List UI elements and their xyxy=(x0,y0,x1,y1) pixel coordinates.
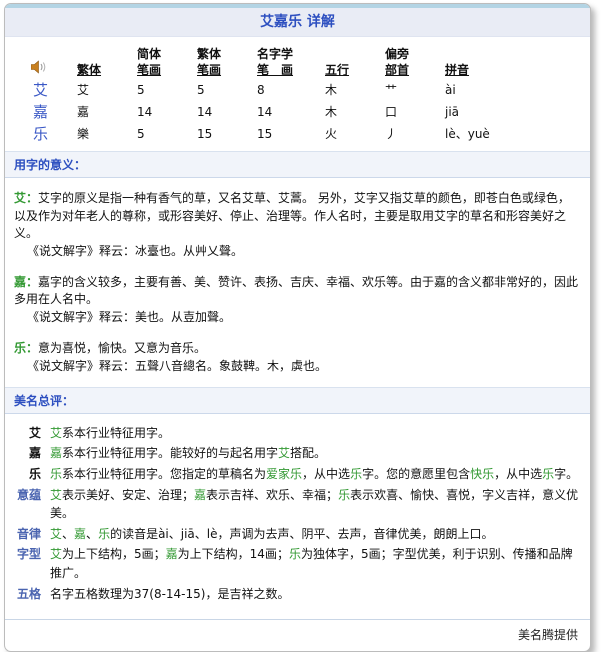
bushou-value: 艹 xyxy=(383,79,443,101)
wuxing-value: 木 xyxy=(323,79,383,101)
header-fanti-bihua: 繁体笔画 xyxy=(195,45,255,79)
summary-row: 意蕴 艾表示美好、安定、治理；嘉表示吉祥、欢乐、幸福；乐表示欢喜、愉快、喜悦，字… xyxy=(5,486,580,523)
summary-text: 艾系本行业特征用字。 xyxy=(41,424,580,443)
fanti-value: 樂 xyxy=(75,123,135,145)
meaning-text: 艾：艾字的原义是指一种有香气的草，又名艾草、艾蒿。 另外，艾字又指艾草的颜色，即… xyxy=(14,190,580,242)
section-title-summary: 美名总评： xyxy=(5,387,590,414)
shuowen-quote: 《说文解字》释云：五聲八音總名。象鼓鞞。木，虡也。 xyxy=(14,358,580,375)
meaning-text: 嘉：嘉字的含义较多，主要有善、美、赞许、表扬、吉庆、幸福、欢乐等。由于嘉的含义都… xyxy=(14,274,580,309)
summary-row: 音律 艾、嘉、乐的读音是ài、jiā、lè，声调为去声、阴平、去声，音律优美，朗… xyxy=(5,525,580,544)
speaker-icon[interactable] xyxy=(31,60,47,78)
jianti-bihua-value: 5 xyxy=(135,123,195,145)
bushou-value: 口 xyxy=(383,101,443,123)
shuowen-quote: 《说文解字》释云：冰臺也。从艸乂聲。 xyxy=(14,243,580,260)
speaker-cell xyxy=(19,45,75,79)
mingzixue-bihua-value: 8 xyxy=(255,79,323,101)
fanti-value: 嘉 xyxy=(75,101,135,123)
meaning-section: 艾：艾字的原义是指一种有香气的草，又名艾草、艾蒿。 另外，艾字又指艾草的颜色，即… xyxy=(5,178,590,387)
table-row: 嘉 嘉 14 14 14 木 口 jiā xyxy=(19,101,557,123)
jianti-bihua-value: 14 xyxy=(135,101,195,123)
provider-credit: 美名腾提供 xyxy=(5,620,590,651)
summary-label: 嘉 xyxy=(5,444,41,463)
char-label: 嘉： xyxy=(14,275,38,289)
fanti-value: 艾 xyxy=(75,79,135,101)
summary-label: 艾 xyxy=(5,424,41,443)
header-mingzixue-bihua: 名字学笔 画 xyxy=(255,45,323,79)
summary-text: 乐系本行业特征用字。您指定的草稿名为爱家乐，从中选乐字。您的意愿里包含快乐，从中… xyxy=(41,465,580,484)
meaning-entry: 嘉：嘉字的含义较多，主要有善、美、赞许、表扬、吉庆、幸福、欢乐等。由于嘉的含义都… xyxy=(14,274,580,326)
summary-label: 乐 xyxy=(5,465,41,484)
summary-text: 艾表示美好、安定、治理；嘉表示吉祥、欢乐、幸福；乐表示欢喜、愉快、喜悦，字义吉祥… xyxy=(41,486,580,523)
header-jianti-bihua: 简体笔画 xyxy=(135,45,195,79)
summary-label: 意蕴 xyxy=(5,486,41,523)
summary-row: 乐 乐系本行业特征用字。您指定的草稿名为爱家乐，从中选乐字。您的意愿里包含快乐，… xyxy=(5,465,580,484)
header-wuxing: 五行 xyxy=(323,45,383,79)
bushou-value: 丿 xyxy=(383,123,443,145)
summary-section: 艾 艾系本行业特征用字。 嘉 嘉系本行业特征用字。能较好的与起名用字艾搭配。 乐… xyxy=(5,414,590,609)
page-title: 艾嘉乐 详解 xyxy=(5,8,590,37)
summary-row: 字型 艾为上下结构，5画；嘉为上下结构，14画；乐为独体字，5画；字型优美，利于… xyxy=(5,545,580,582)
section-title-meaning: 用字的意义： xyxy=(5,151,590,178)
wuxing-value: 火 xyxy=(323,123,383,145)
meaning-entry: 乐：意为喜悦，愉快。又意为音乐。 《说文解字》释云：五聲八音總名。象鼓鞞。木，虡… xyxy=(14,340,580,375)
wuxing-value: 木 xyxy=(323,101,383,123)
pronunciation-table: 繁体 简体笔画 繁体笔画 名字学笔 画 五行 偏旁部首 拼音 艾 艾 5 5 8… xyxy=(19,45,557,145)
summary-label: 字型 xyxy=(5,545,41,582)
summary-label: 音律 xyxy=(5,525,41,544)
fanti-bihua-value: 5 xyxy=(195,79,255,101)
summary-row: 嘉 嘉系本行业特征用字。能较好的与起名用字艾搭配。 xyxy=(5,444,580,463)
char-label: 艾： xyxy=(14,191,38,205)
header-fanti: 繁体 xyxy=(75,45,135,79)
summary-text: 艾为上下结构，5画；嘉为上下结构，14画；乐为独体字，5画；字型优美，利于识别、… xyxy=(41,545,580,582)
name-char: 嘉 xyxy=(19,101,75,123)
header-pinyin: 拼音 xyxy=(443,45,557,79)
jianti-bihua-value: 5 xyxy=(135,79,195,101)
summary-row: 艾 艾系本行业特征用字。 xyxy=(5,424,580,443)
fanti-bihua-value: 14 xyxy=(195,101,255,123)
shuowen-quote: 《说文解字》释云：美也。从壴加聲。 xyxy=(14,309,580,326)
name-detail-card: 艾嘉乐 详解 繁体 简体笔画 繁体笔画 名字学笔 画 五行 xyxy=(4,3,591,652)
pinyin-value: jiā xyxy=(443,101,557,123)
pinyin-value: lè、yuè xyxy=(443,123,557,145)
summary-text: 艾、嘉、乐的读音是ài、jiā、lè，声调为去声、阴平、去声，音律优美，朗朗上口… xyxy=(41,525,580,544)
table-row: 乐 樂 5 15 15 火 丿 lè、yuè xyxy=(19,123,557,145)
char-label: 乐： xyxy=(14,341,38,355)
table-row: 艾 艾 5 5 8 木 艹 ài xyxy=(19,79,557,101)
mingzixue-bihua-value: 14 xyxy=(255,101,323,123)
pron-header-row: 繁体 简体笔画 繁体笔画 名字学笔 画 五行 偏旁部首 拼音 xyxy=(19,45,557,79)
card-content: 繁体 简体笔画 繁体笔画 名字学笔 画 五行 偏旁部首 拼音 艾 艾 5 5 8… xyxy=(5,45,590,620)
name-char: 乐 xyxy=(19,123,75,145)
pinyin-value: ài xyxy=(443,79,557,101)
summary-label: 五格 xyxy=(5,585,41,604)
meaning-text: 乐：意为喜悦，愉快。又意为音乐。 xyxy=(14,340,580,357)
summary-text: 嘉系本行业特征用字。能较好的与起名用字艾搭配。 xyxy=(41,444,580,463)
fanti-bihua-value: 15 xyxy=(195,123,255,145)
summary-text: 名字五格数理为37(8-14-15)，是吉祥之数。 xyxy=(41,585,580,604)
name-char: 艾 xyxy=(19,79,75,101)
header-pianpang-bushou: 偏旁部首 xyxy=(383,45,443,79)
mingzixue-bihua-value: 15 xyxy=(255,123,323,145)
summary-row: 五格 名字五格数理为37(8-14-15)，是吉祥之数。 xyxy=(5,585,580,604)
meaning-entry: 艾：艾字的原义是指一种有香气的草，又名艾草、艾蒿。 另外，艾字又指艾草的颜色，即… xyxy=(14,190,580,260)
